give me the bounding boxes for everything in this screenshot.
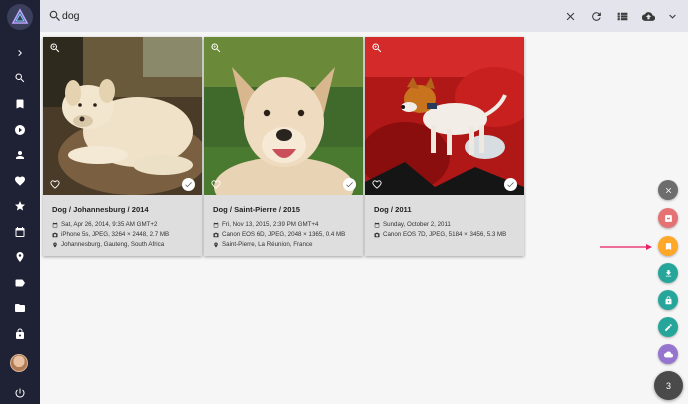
calendar-icon[interactable] — [0, 222, 40, 242]
lock-button[interactable] — [658, 290, 678, 310]
photo-camera: Canon EOS 6D, JPEG, 2048 × 1365, 0.4 MB — [213, 231, 345, 238]
zoom-icon[interactable] — [371, 42, 383, 54]
photo-thumbnail-dog-standing[interactable] — [365, 37, 524, 195]
search-icon[interactable] — [0, 68, 40, 88]
calendar-icon — [52, 222, 58, 227]
photo-thumbnail-dog-lying[interactable] — [43, 37, 202, 195]
map-pin-icon — [214, 242, 218, 247]
private-icon — [664, 214, 672, 222]
sidebar — [0, 0, 40, 404]
bookmark-icon — [665, 242, 671, 250]
chevron-right-icon[interactable] — [0, 43, 40, 63]
map-pin-icon[interactable] — [0, 247, 40, 267]
camera-icon — [374, 232, 380, 237]
camera-icon — [52, 232, 58, 237]
triangle-logo-icon — [11, 8, 29, 24]
close-icon — [665, 187, 671, 193]
favorite-icon[interactable] — [49, 179, 61, 190]
upload-icon[interactable] — [640, 8, 656, 24]
power-icon[interactable] — [0, 383, 40, 403]
photo-location-text: Johannesburg, Gauteng, South Africa — [61, 241, 165, 248]
photo-date-text: Sat, Apr 26, 2014, 9:35 AM GMT+2 — [61, 221, 158, 228]
zoom-icon[interactable] — [210, 42, 222, 54]
avatar[interactable] — [10, 354, 28, 372]
top-toolbar — [40, 0, 688, 32]
photo-date-text: Fri, Nov 13, 2015, 2:39 PM GMT+4 — [222, 221, 319, 228]
app-logo[interactable] — [7, 4, 33, 30]
photo-card[interactable]: Dog / Johannesburg / 2014 Sat, Apr 26, 2… — [43, 37, 202, 256]
photo-location-text: Saint-Pierre, La Réunion, France — [222, 241, 313, 248]
selected-check-icon[interactable] — [343, 178, 356, 191]
favorite-icon[interactable] — [210, 179, 222, 190]
selected-check-icon[interactable] — [182, 178, 195, 191]
selected-check-icon[interactable] — [504, 178, 517, 191]
refresh-icon[interactable] — [588, 8, 604, 24]
favorite-icon[interactable] — [371, 179, 383, 190]
bookmark-icon[interactable] — [0, 94, 40, 114]
calendar-icon — [213, 222, 219, 227]
expand-more-icon[interactable] — [664, 8, 680, 24]
photo-date: Fri, Nov 13, 2015, 2:39 PM GMT+4 — [213, 221, 318, 228]
lock-icon[interactable] — [0, 324, 40, 344]
annotation-arrow-icon — [600, 244, 652, 250]
close-icon[interactable] — [562, 8, 578, 24]
pencil-icon — [664, 323, 672, 331]
private-button[interactable] — [658, 208, 678, 228]
search-input[interactable] — [62, 6, 542, 26]
share-button[interactable] — [658, 344, 678, 364]
map-pin-icon — [53, 242, 57, 247]
list-view-icon[interactable] — [614, 8, 630, 24]
photo-camera-text: Canon EOS 7D, JPEG, 5184 × 3456, 5.3 MB — [383, 231, 507, 238]
folder-icon[interactable] — [0, 298, 40, 318]
photo-card[interactable]: Dog / Saint-Pierre / 2015 Fri, Nov 13, 2… — [204, 37, 363, 256]
photo-card[interactable]: Dog / 2011 Sunday, October 2, 2011 Canon… — [365, 37, 524, 256]
search-icon — [49, 10, 60, 21]
person-icon[interactable] — [0, 145, 40, 165]
photo-thumbnail-dog-smiling[interactable] — [204, 37, 363, 195]
star-icon[interactable] — [0, 196, 40, 216]
photo-title: Dog / Johannesburg / 2014 — [52, 205, 149, 214]
photo-date: Sunday, October 2, 2011 — [374, 221, 451, 228]
add-to-album-button[interactable] — [658, 236, 678, 256]
photo-location: Saint-Pierre, La Réunion, France — [213, 241, 312, 248]
photo-date: Sat, Apr 26, 2014, 9:35 AM GMT+2 — [52, 221, 157, 228]
calendar-icon — [374, 222, 380, 227]
photo-date-text: Sunday, October 2, 2011 — [383, 221, 451, 228]
clear-selection-button[interactable] — [658, 180, 678, 200]
selection-count-button[interactable]: 3 — [654, 371, 683, 400]
photo-camera: Canon EOS 7D, JPEG, 5184 × 3456, 5.3 MB — [374, 231, 506, 238]
download-button[interactable] — [658, 263, 678, 283]
label-icon[interactable] — [0, 273, 40, 293]
lock-icon — [665, 295, 671, 304]
photo-location: Johannesburg, Gauteng, South Africa — [52, 241, 164, 248]
camera-icon — [213, 232, 219, 237]
photo-camera: iPhone 5s, JPEG, 3264 × 2448, 2.7 MB — [52, 231, 169, 238]
cloud-icon — [663, 351, 673, 358]
photo-camera-text: Canon EOS 6D, JPEG, 2048 × 1365, 0.4 MB — [222, 231, 346, 238]
photo-title: Dog / 2011 — [374, 205, 412, 214]
photo-title: Dog / Saint-Pierre / 2015 — [213, 205, 300, 214]
edit-button[interactable] — [658, 317, 678, 337]
download-icon — [665, 269, 671, 276]
play-icon[interactable] — [0, 120, 40, 140]
zoom-icon[interactable] — [49, 42, 61, 54]
photo-camera-text: iPhone 5s, JPEG, 3264 × 2448, 2.7 MB — [61, 231, 170, 238]
heart-icon[interactable] — [0, 171, 40, 191]
